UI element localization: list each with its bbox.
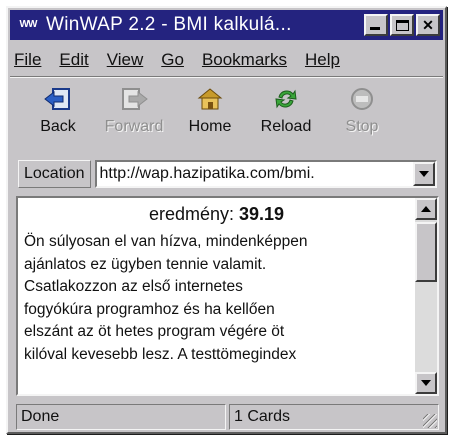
back-button[interactable]: Back [20, 84, 96, 154]
close-button[interactable]: ✕ [416, 14, 440, 36]
menu-help-label: Help [304, 50, 340, 69]
stop-label: Stop [345, 118, 379, 135]
menu-edit-label: Edit [59, 50, 89, 69]
maximize-icon [395, 19, 409, 31]
resize-grip-icon[interactable] [423, 414, 437, 428]
menu-file-label: File [14, 50, 42, 69]
page-content[interactable]: eredmény: 39.19 Ön súlyosan el van hízva… [16, 196, 439, 396]
maximize-button[interactable] [390, 14, 414, 36]
menu-bar: File Edit View Go Bookmarks Help [12, 46, 441, 74]
scroll-up-icon [421, 206, 431, 212]
stop-icon [345, 84, 379, 114]
stop-button[interactable]: Stop [324, 84, 400, 154]
menu-bookmarks-label: Bookmarks [201, 50, 287, 69]
menu-view-label: View [106, 50, 144, 69]
minimize-icon [370, 27, 380, 30]
text-line: elszánt az öt hetes program végére öt [24, 323, 285, 340]
menu-go-label: Go [161, 50, 184, 69]
card-count: 1 Cards [229, 404, 439, 430]
forward-label: Forward [104, 118, 164, 135]
wap-card: eredmény: 39.19 Ön súlyosan el van hízva… [24, 204, 409, 394]
close-icon: ✕ [422, 16, 434, 33]
menu-file[interactable]: File [12, 50, 50, 70]
location-bar: Location [18, 158, 437, 190]
winwap-logo-icon[interactable]: WW [14, 16, 42, 34]
scroll-up-button[interactable] [415, 198, 437, 220]
text-line: ajánlatos ez ügyben tennie valamit. [24, 255, 267, 273]
status-bar: Done 1 Cards [16, 404, 439, 430]
scroll-thumb[interactable] [415, 222, 437, 282]
back-arrow-icon [41, 84, 75, 114]
bmi-result: eredmény: 39.19 [24, 204, 409, 225]
window-title: WinWAP 2.2 - BMI kalkulá... [46, 14, 292, 35]
menu-help[interactable]: Help [296, 50, 349, 70]
menu-view[interactable]: View [98, 50, 153, 70]
url-dropdown-button[interactable] [413, 162, 435, 186]
location-label: Location [18, 160, 91, 188]
result-label: eredmény: [148, 204, 234, 224]
menu-go[interactable]: Go [152, 50, 193, 70]
status-text: Done [16, 404, 226, 430]
result-value: 39.19 [239, 204, 285, 224]
scroll-down-icon [421, 380, 431, 386]
window-controls: ✕ [364, 14, 440, 36]
title-bar[interactable]: WW WinWAP 2.2 - BMI kalkulá... ✕ [10, 10, 443, 40]
back-label: Back [40, 118, 76, 135]
text-line: fogyókúra programhoz és ha kellően [24, 300, 275, 318]
text-line: Csatlakozzon az első internetes [24, 278, 243, 295]
vertical-scrollbar[interactable] [415, 198, 437, 394]
scroll-down-button[interactable] [415, 372, 437, 394]
home-button[interactable]: Home [172, 84, 248, 154]
home-label: Home [188, 118, 232, 135]
text-line: kilóval kevesebb lesz. A testtömegindex [24, 345, 297, 363]
location-combo[interactable] [94, 160, 437, 188]
chevron-down-icon [419, 171, 429, 177]
menu-bookmarks[interactable]: Bookmarks [193, 50, 296, 70]
reload-label: Reload [260, 118, 312, 135]
browser-window: WW WinWAP 2.2 - BMI kalkulá... ✕ File Ed… [6, 6, 447, 434]
url-input[interactable] [96, 162, 413, 186]
text-line: Ön súlyosan el van hízva, mindenképpen [24, 233, 308, 250]
home-icon [193, 84, 227, 114]
forward-button[interactable]: Forward [96, 84, 172, 154]
result-description: Ön súlyosan el van hízva, mindenképpen a… [24, 231, 409, 366]
toolbar: Back Forward Home Reload Stop [20, 84, 433, 154]
reload-button[interactable]: Reload [248, 84, 324, 154]
reload-icon [269, 84, 303, 114]
menu-separator [10, 76, 443, 78]
forward-arrow-icon [117, 84, 151, 114]
menu-edit[interactable]: Edit [50, 50, 97, 70]
minimize-button[interactable] [364, 14, 388, 36]
